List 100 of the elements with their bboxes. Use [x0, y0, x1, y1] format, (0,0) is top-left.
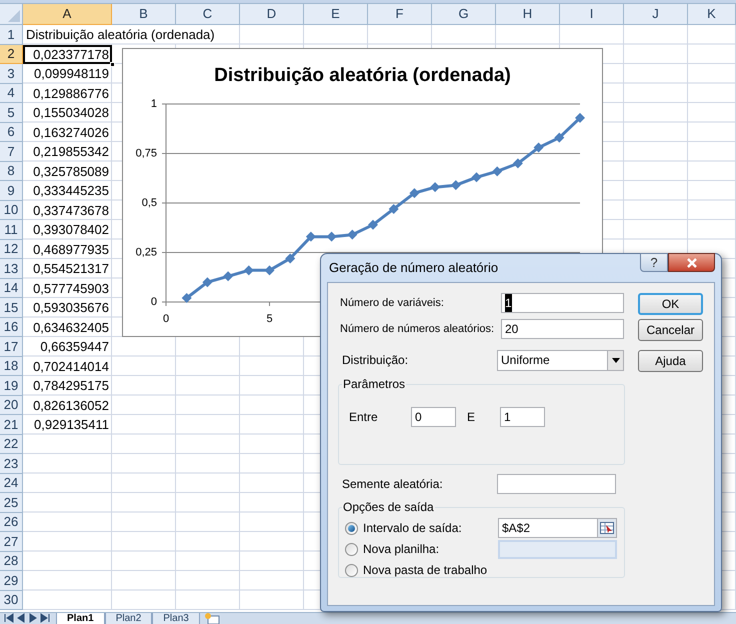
data-point [492, 166, 502, 176]
row-header[interactable]: 3 [0, 64, 23, 84]
dialog-button[interactable]: Cancelar [638, 319, 703, 341]
table-cell-text: 0,155034028 [32, 104, 110, 122]
row-header[interactable]: 29 [0, 571, 23, 590]
column-header[interactable]: G [432, 4, 496, 25]
sheet-tab[interactable]: Plan3 [152, 613, 200, 624]
column-header[interactable]: E [304, 4, 368, 25]
row-header[interactable]: 19 [0, 376, 23, 396]
row-header[interactable]: 13 [0, 259, 23, 278]
group-title: Opções de saída [342, 499, 435, 516]
input-field[interactable] [497, 474, 616, 494]
column-header[interactable]: K [688, 4, 736, 25]
sheet-tab[interactable]: Plan1 [56, 613, 105, 624]
row-header[interactable]: 8 [0, 162, 23, 181]
data-point [368, 220, 378, 230]
table-cell: 0,023377178 [23, 44, 112, 64]
row-header[interactable]: 26 [0, 512, 23, 532]
help-button[interactable]: ? [640, 253, 668, 272]
radio-button[interactable]: Intervalo de saída: [345, 519, 498, 537]
data-point [430, 182, 440, 192]
radio-button[interactable]: Nova planilha: [345, 540, 498, 558]
table-cell-text: Distribuição aleatória (ordenada) [25, 26, 216, 44]
column-header[interactable]: C [176, 4, 240, 25]
axis-label: 0,5 [142, 196, 157, 209]
range-picker-icon[interactable] [600, 522, 614, 534]
input-field[interactable]: 1 [501, 293, 624, 313]
data-point [244, 265, 254, 276]
data-point [326, 232, 337, 242]
row-header[interactable]: 20 [0, 396, 23, 415]
fill-handle[interactable] [110, 62, 115, 67]
field-label: Número de variáveis: [339, 296, 445, 311]
chart-title: Distribuição aleatória (ordenada) [214, 65, 511, 86]
table-cell-text: 0,099948119 [33, 65, 110, 83]
row-header[interactable]: 14 [0, 278, 23, 298]
radio-button[interactable]: Nova pasta de trabalho [345, 561, 498, 579]
close-button[interactable] [668, 253, 715, 272]
row-header[interactable]: 10 [0, 200, 23, 220]
data-point [347, 230, 358, 240]
input-field[interactable]: $A$2 [498, 518, 617, 538]
table-cell-text: 0,129886776 [32, 84, 110, 102]
row-header[interactable]: 16 [0, 318, 23, 337]
caret-icon [612, 358, 620, 362]
table-cell-text: 0,337473678 [32, 202, 110, 220]
dialog-button[interactable]: OK [638, 293, 703, 315]
dialog-button[interactable]: Ajuda [638, 350, 703, 372]
column-header[interactable]: D [240, 4, 304, 25]
table-cell-text: 0,333445235 [32, 182, 110, 200]
row-header[interactable]: 23 [0, 454, 23, 474]
row-header[interactable]: 6 [0, 122, 23, 142]
row-header[interactable]: 27 [0, 532, 23, 552]
column-header[interactable]: A [23, 4, 112, 25]
row-header[interactable]: 2 [0, 44, 23, 64]
input-field[interactable]: 1 [500, 407, 545, 427]
row-header[interactable]: 15 [0, 298, 23, 318]
row-header[interactable]: 21 [0, 415, 23, 434]
field-label: Distribuição: [341, 352, 410, 369]
sheet-tab[interactable]: Plan2 [104, 613, 152, 624]
row-header[interactable]: 17 [0, 337, 23, 356]
table-cell-text: 0,593035676 [32, 299, 110, 317]
column-header[interactable]: I [560, 4, 624, 25]
row-header[interactable]: 30 [0, 590, 23, 610]
row-header[interactable]: 18 [0, 356, 23, 376]
scroll-arrow-icon[interactable] [40, 613, 50, 623]
axis-label: 0,75 [136, 147, 157, 160]
row-header[interactable]: 1 [0, 25, 23, 44]
input-field[interactable]: 0 [411, 407, 456, 427]
new-sheet-icon[interactable] [204, 613, 220, 624]
data-point [512, 158, 523, 168]
scroll-arrow-icon[interactable] [4, 613, 14, 623]
row-header[interactable]: 12 [0, 240, 23, 259]
column-header[interactable]: J [624, 4, 688, 25]
group-title: Parâmetros [342, 376, 406, 393]
row-header[interactable]: 5 [0, 103, 23, 122]
data-point [202, 277, 212, 288]
table-cell-text: 0,634632405 [32, 318, 110, 336]
row-header[interactable]: 28 [0, 552, 23, 571]
table-cell-text: 0,929135411 [33, 416, 110, 434]
table-cell-text: 0,219855342 [32, 143, 110, 161]
row-header[interactable]: 24 [0, 474, 23, 493]
row-header[interactable]: 7 [0, 142, 23, 162]
axis-label: 0 [162, 313, 170, 325]
data-point [409, 188, 420, 198]
data-point [223, 271, 234, 282]
input-field[interactable]: 20 [501, 319, 624, 339]
table-cell-text: 0,393078402 [32, 221, 110, 239]
row-header[interactable]: 4 [0, 84, 23, 103]
column-header[interactable]: B [112, 4, 176, 25]
data-point [182, 293, 192, 304]
column-header[interactable]: F [368, 4, 432, 25]
data-point [388, 204, 399, 214]
row-header[interactable]: 11 [0, 220, 23, 240]
table-cell-text: 0,784295175 [32, 377, 110, 395]
close-icon [686, 258, 698, 268]
row-header[interactable]: 25 [0, 493, 23, 512]
table-cell-text: 0,702414014 [32, 358, 110, 376]
dropdown[interactable]: Uniforme [497, 350, 624, 370]
row-header[interactable]: 9 [0, 181, 23, 200]
column-header[interactable]: H [496, 4, 560, 25]
row-header[interactable]: 22 [0, 434, 23, 454]
